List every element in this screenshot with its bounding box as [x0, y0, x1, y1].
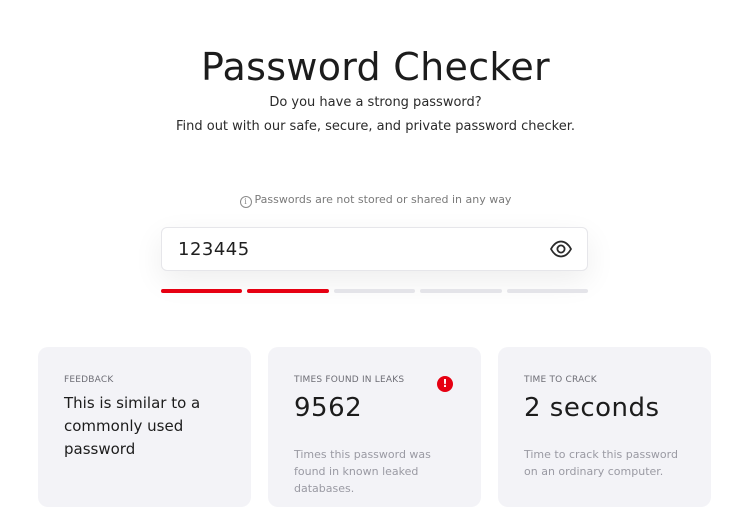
password-field-container — [161, 227, 588, 271]
subtitle-description: Find out with our safe, secure, and priv… — [175, 119, 576, 134]
crack-time-description: Time to crack this password on an ordina… — [524, 448, 678, 478]
leaks-description: Times this password was found in known l… — [294, 448, 431, 495]
strength-segment — [506, 289, 589, 293]
eye-icon — [550, 240, 572, 258]
strength-segment — [247, 289, 329, 293]
feedback-card: FEEDBACK This is similar to a commonly u… — [38, 347, 251, 507]
password-input[interactable] — [178, 228, 538, 270]
crack-time-value: 2 seconds — [524, 393, 660, 423]
alert-icon: ! — [437, 376, 453, 392]
strength-segment — [420, 289, 502, 293]
strength-meter — [161, 289, 589, 293]
leaks-count: 9562 — [294, 393, 363, 423]
info-icon: i — [239, 196, 252, 208]
subtitle-question: Do you have a strong password? — [269, 95, 482, 110]
privacy-notice: i Passwords are not stored or shared in a… — [0, 192, 751, 208]
leaks-card: TIMES FOUND IN LEAKS ! 9562 Times this p… — [268, 347, 481, 507]
privacy-notice-text: Passwords are not stored or shared in an… — [254, 193, 512, 206]
page-title: Password Checker — [201, 45, 550, 89]
crack-time-card: TIME TO CRACK 2 seconds Time to crack th… — [498, 347, 711, 507]
feedback-label: FEEDBACK — [64, 375, 114, 385]
leaks-label: TIMES FOUND IN LEAKS — [294, 375, 405, 385]
crack-time-label: TIME TO CRACK — [524, 375, 597, 385]
strength-segment — [333, 289, 416, 293]
feedback-text: This is similar to a commonly used passw… — [64, 394, 201, 458]
password-checker-page: Password Checker Do you have a strong pa… — [0, 0, 751, 529]
show-password-button[interactable] — [549, 239, 573, 259]
strength-segment — [161, 289, 243, 293]
